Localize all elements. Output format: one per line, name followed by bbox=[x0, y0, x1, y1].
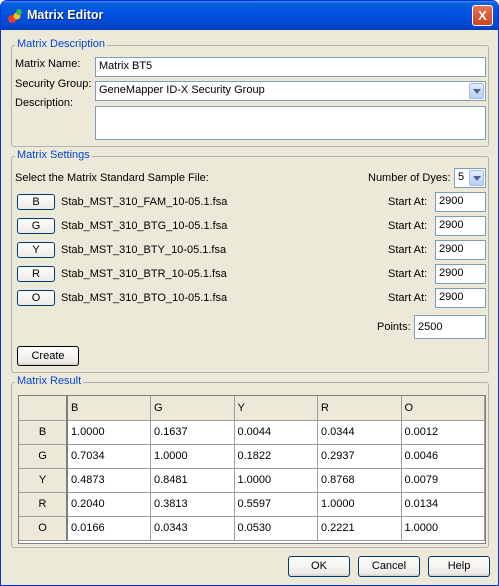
start-at-input-y[interactable]: 2900 bbox=[435, 240, 486, 260]
number-of-dyes-label: Number of Dyes: bbox=[368, 172, 451, 184]
number-of-dyes-value: 5 bbox=[458, 171, 465, 183]
start-at-label-b: Start At: bbox=[388, 196, 428, 208]
security-group-label: Security Group: bbox=[15, 78, 92, 90]
matrix-settings-title: Matrix Settings bbox=[15, 149, 92, 161]
dye-button-g[interactable]: G bbox=[17, 218, 55, 234]
start-at-label-g: Start At: bbox=[388, 220, 428, 232]
matrix-editor-window: Matrix Editor X Matrix Description Matri… bbox=[0, 0, 499, 586]
points-label: Points: bbox=[377, 321, 411, 333]
column-header-o[interactable]: O bbox=[401, 396, 485, 421]
start-at-input-b[interactable]: 2900 bbox=[435, 192, 486, 212]
table-cell[interactable]: 0.1822 bbox=[234, 444, 318, 469]
table-cell[interactable]: 0.2040 bbox=[67, 492, 151, 517]
help-button[interactable]: Help bbox=[428, 556, 490, 577]
table-row[interactable]: Y 0.4873 0.8481 1.0000 0.8768 0.0079 bbox=[19, 468, 485, 493]
chevron-down-icon[interactable] bbox=[469, 83, 484, 99]
table-row[interactable]: R 0.2040 0.3813 0.5597 1.0000 0.0134 bbox=[19, 492, 485, 517]
dye-button-o[interactable]: O bbox=[17, 290, 55, 306]
start-at-input-o[interactable]: 2900 bbox=[435, 288, 486, 308]
close-button[interactable]: X bbox=[472, 5, 493, 26]
chevron-down-icon[interactable] bbox=[469, 170, 484, 186]
security-group-value: GeneMapper ID-X Security Group bbox=[99, 84, 265, 96]
table-header-row: B G Y R O bbox=[19, 396, 485, 421]
matrix-name-label: Matrix Name: bbox=[15, 58, 81, 70]
table-cell[interactable]: 0.2937 bbox=[317, 444, 402, 469]
table-row[interactable]: G 0.7034 1.0000 0.1822 0.2937 0.0046 bbox=[19, 444, 485, 469]
row-header: O bbox=[19, 516, 68, 541]
dye-file-y: Stab_MST_310_BTY_10-05.1.fsa bbox=[61, 244, 227, 256]
table-cell[interactable]: 0.0044 bbox=[234, 420, 318, 445]
row-header: G bbox=[19, 444, 68, 469]
matrix-result-table[interactable]: B G Y R O B 1.0000 0.1637 0.0044 0.0344 … bbox=[18, 395, 486, 544]
matrix-result-title: Matrix Result bbox=[15, 375, 84, 387]
matrix-editor-icon bbox=[7, 8, 23, 24]
table-cell[interactable]: 0.4873 bbox=[67, 468, 151, 493]
ok-button[interactable]: OK bbox=[288, 556, 350, 577]
security-group-select[interactable]: GeneMapper ID-X Security Group bbox=[95, 81, 486, 101]
matrix-settings-group: Matrix Settings bbox=[11, 149, 489, 373]
table-corner-cell bbox=[19, 396, 68, 421]
table-cell[interactable]: 1.0000 bbox=[150, 444, 235, 469]
column-header-g[interactable]: G bbox=[150, 396, 235, 421]
close-icon: X bbox=[478, 8, 487, 23]
table-cell[interactable]: 0.2221 bbox=[317, 516, 402, 541]
column-header-r[interactable]: R bbox=[317, 396, 402, 421]
start-at-label-o: Start At: bbox=[388, 292, 428, 304]
table-cell[interactable]: 0.0079 bbox=[401, 468, 485, 493]
start-at-label-r: Start At: bbox=[388, 268, 428, 280]
table-cell[interactable]: 0.1637 bbox=[150, 420, 235, 445]
table-cell[interactable]: 1.0000 bbox=[317, 492, 402, 517]
window-title: Matrix Editor bbox=[27, 8, 104, 22]
dye-file-b: Stab_MST_310_FAM_10-05.1.fsa bbox=[61, 196, 228, 208]
cancel-button[interactable]: Cancel bbox=[358, 556, 420, 577]
table-cell[interactable]: 0.0343 bbox=[150, 516, 235, 541]
number-of-dyes-select[interactable]: 5 bbox=[454, 168, 486, 188]
dye-file-g: Stab_MST_310_BTG_10-05.1.fsa bbox=[61, 220, 228, 232]
description-textarea[interactable] bbox=[95, 106, 486, 140]
table-cell[interactable]: 0.0012 bbox=[401, 420, 485, 445]
table-cell[interactable]: 0.0530 bbox=[234, 516, 318, 541]
row-header: Y bbox=[19, 468, 68, 493]
table-cell[interactable]: 1.0000 bbox=[234, 468, 318, 493]
table-row[interactable]: B 1.0000 0.1637 0.0044 0.0344 0.0012 bbox=[19, 420, 485, 445]
create-button[interactable]: Create bbox=[17, 346, 79, 366]
table-cell[interactable]: 0.0134 bbox=[401, 492, 485, 517]
row-header: R bbox=[19, 492, 68, 517]
dye-button-y[interactable]: Y bbox=[17, 242, 55, 258]
column-header-b[interactable]: B bbox=[67, 396, 151, 421]
table-cell[interactable]: 0.8768 bbox=[317, 468, 402, 493]
dye-file-o: Stab_MST_310_BTO_10-05.1.fsa bbox=[61, 292, 228, 304]
dye-button-r[interactable]: R bbox=[17, 266, 55, 282]
table-cell[interactable]: 1.0000 bbox=[67, 420, 151, 445]
start-at-label-y: Start At: bbox=[388, 244, 428, 256]
title-bar[interactable]: Matrix Editor X bbox=[1, 1, 498, 30]
dye-button-b[interactable]: B bbox=[17, 194, 55, 210]
table-cell[interactable]: 0.3813 bbox=[150, 492, 235, 517]
start-at-input-g[interactable]: 2900 bbox=[435, 216, 486, 236]
matrix-name-input[interactable]: Matrix BT5 bbox=[95, 57, 486, 77]
points-input[interactable]: 2500 bbox=[414, 315, 486, 339]
table-cell[interactable]: 0.5597 bbox=[234, 492, 318, 517]
start-at-input-r[interactable]: 2900 bbox=[435, 264, 486, 284]
table-cell[interactable]: 0.0344 bbox=[317, 420, 402, 445]
matrix-description-title: Matrix Description bbox=[15, 38, 108, 50]
row-header: B bbox=[19, 420, 68, 445]
table-cell[interactable]: 0.0046 bbox=[401, 444, 485, 469]
dye-file-r: Stab_MST_310_BTR_10-05.1.fsa bbox=[61, 268, 227, 280]
select-sample-file-label: Select the Matrix Standard Sample File: bbox=[15, 172, 209, 184]
table-cell[interactable]: 0.0166 bbox=[67, 516, 151, 541]
table-cell[interactable]: 0.7034 bbox=[67, 444, 151, 469]
table-row[interactable]: O 0.0166 0.0343 0.0530 0.2221 1.0000 bbox=[19, 516, 485, 541]
table-cell[interactable]: 0.8481 bbox=[150, 468, 235, 493]
description-label: Description: bbox=[15, 97, 74, 109]
table-cell[interactable]: 1.0000 bbox=[401, 516, 485, 541]
column-header-y[interactable]: Y bbox=[234, 396, 318, 421]
